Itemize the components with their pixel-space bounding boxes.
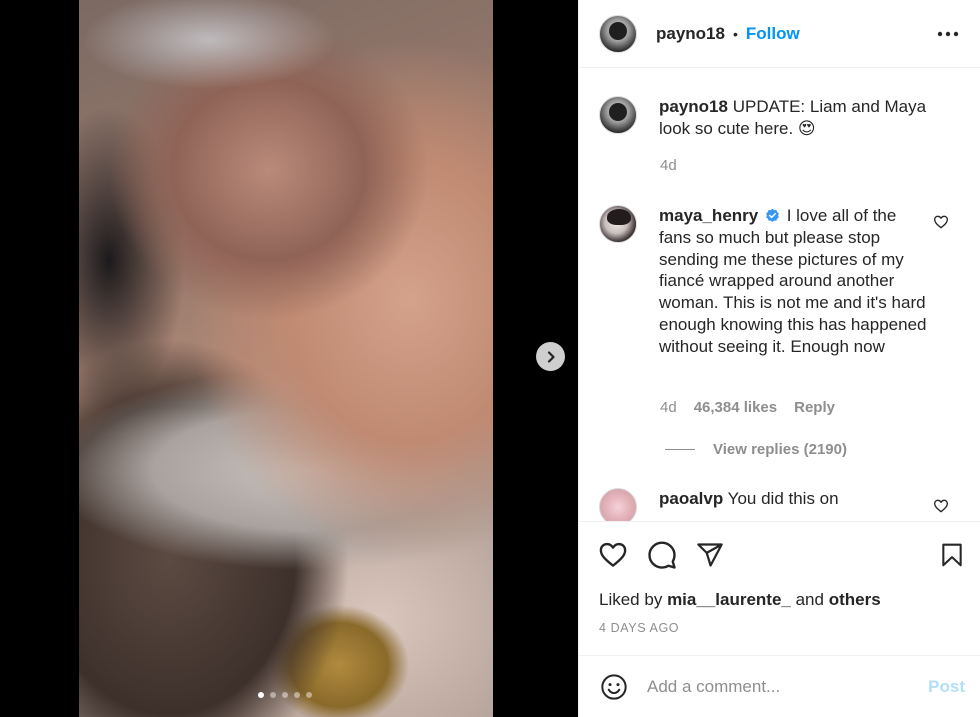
post-header: payno18 • Follow	[579, 0, 980, 68]
post-actions: Liked by mia__laurente_ and others 4 DAY…	[579, 521, 980, 655]
comments-list[interactable]: payno18 UPDATE: Liam and Maya look so cu…	[579, 68, 980, 521]
author-avatar[interactable]	[599, 14, 637, 53]
liked-by-others[interactable]: others	[829, 590, 881, 609]
next-slide-button[interactable]	[536, 342, 565, 371]
liked-by: Liked by mia__laurente_ and others	[599, 590, 881, 610]
heart-icon	[599, 542, 627, 567]
comment-text: I love all of the fans so much but pleas…	[659, 206, 927, 356]
comment-text: You did this on	[727, 489, 839, 508]
emoji-icon	[601, 673, 627, 700]
liked-by-prefix: Liked by	[599, 590, 663, 609]
caption-meta: 4d	[660, 157, 677, 174]
like-button[interactable]	[598, 540, 628, 570]
commenter-avatar[interactable]	[599, 205, 637, 243]
liked-by-user[interactable]: mia__laurente_	[667, 590, 791, 609]
comment-button[interactable]	[647, 540, 677, 570]
like-comment-icon[interactable]	[933, 498, 949, 514]
bookmark-icon	[942, 543, 962, 567]
comment-input[interactable]	[647, 676, 897, 697]
more-options-icon	[937, 31, 959, 37]
reply-button[interactable]: Reply	[794, 399, 835, 416]
comment-item: maya_henry I love all of the fans so muc…	[599, 205, 961, 358]
more-options-button[interactable]	[936, 22, 960, 46]
follow-button[interactable]: Follow	[746, 24, 800, 44]
carousel-dot	[294, 692, 300, 698]
view-replies-button[interactable]: View replies (2190)	[665, 441, 847, 458]
replies-divider	[665, 449, 695, 450]
post-date[interactable]: 4 DAYS AGO	[599, 621, 679, 635]
media-pane	[0, 0, 578, 717]
comment-likes[interactable]: 46,384 likes	[694, 399, 777, 416]
comment-meta: 4d 46,384 likes Reply	[660, 399, 835, 416]
comment-icon	[648, 541, 676, 569]
caption-age[interactable]: 4d	[660, 157, 677, 174]
liked-by-and: and	[795, 590, 824, 609]
carousel-dot-active	[258, 692, 264, 698]
caption-body: payno18 UPDATE: Liam and Maya look so cu…	[659, 96, 961, 140]
comment-body: paoalvp You did this on	[659, 488, 929, 521]
commenter-username[interactable]: maya_henry	[659, 206, 758, 225]
carousel-dot	[282, 692, 288, 698]
post-photo[interactable]	[79, 0, 493, 717]
add-comment-bar: Post	[579, 655, 980, 717]
emoji-button[interactable]	[599, 672, 629, 702]
commenter-username[interactable]: paoalvp	[659, 489, 723, 508]
save-button[interactable]	[937, 540, 967, 570]
post-caption: payno18 UPDATE: Liam and Maya look so cu…	[599, 96, 961, 140]
caption-username[interactable]: payno18	[659, 97, 728, 116]
like-comment-icon[interactable]	[933, 214, 949, 230]
post-comment-button[interactable]: Post	[928, 677, 965, 697]
carousel-dots	[258, 692, 312, 698]
comment-age[interactable]: 4d	[660, 399, 677, 416]
author-username[interactable]: payno18	[656, 24, 725, 44]
view-replies-label: View replies (2190)	[713, 441, 847, 458]
post-sidebar: payno18 • Follow payno18 UPDATE: Liam an…	[578, 0, 980, 717]
comment-body: maya_henry I love all of the fans so muc…	[659, 205, 929, 358]
commenter-avatar[interactable]	[599, 488, 637, 521]
share-icon	[697, 543, 723, 567]
caption-avatar[interactable]	[599, 96, 637, 134]
header-separator: •	[732, 25, 738, 42]
carousel-dot	[306, 692, 312, 698]
share-button[interactable]	[695, 540, 725, 570]
verified-badge-icon	[766, 208, 779, 222]
carousel-dot	[270, 692, 276, 698]
comment-item: paoalvp You did this on	[599, 488, 961, 521]
chevron-right-icon	[547, 350, 555, 363]
